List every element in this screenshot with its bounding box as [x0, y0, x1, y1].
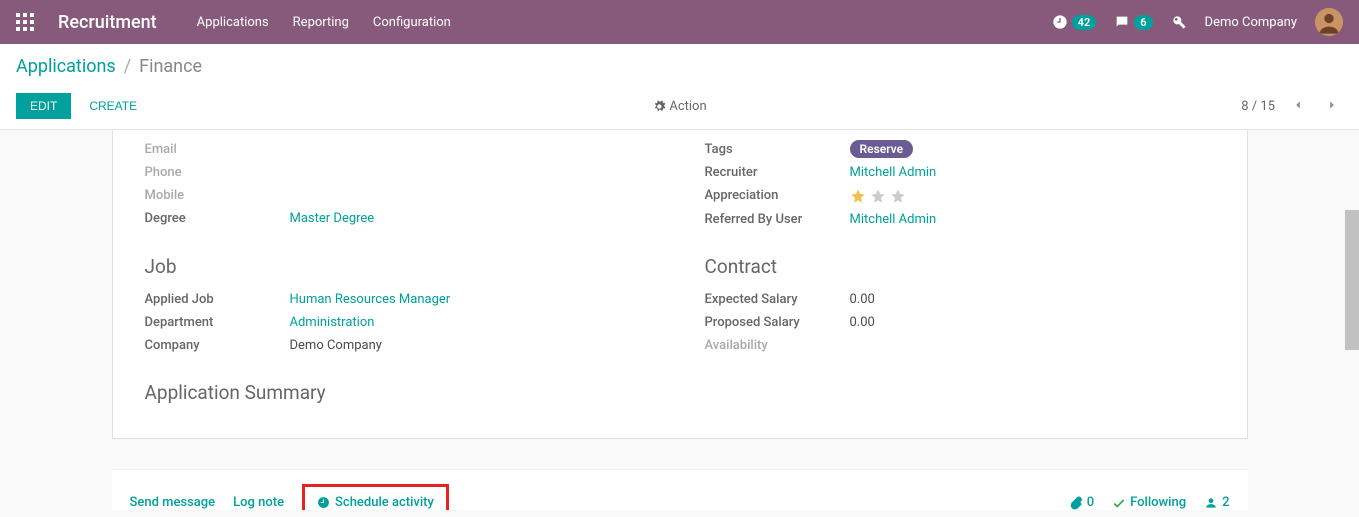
breadcrumb-current: Finance	[139, 56, 202, 77]
mobile-label: Mobile	[145, 188, 290, 203]
degree-value[interactable]: Master Degree	[290, 211, 375, 226]
scrollbar-thumb[interactable]	[1345, 210, 1359, 350]
star-1-icon[interactable]	[850, 188, 866, 204]
attachments-count: 0	[1087, 495, 1094, 510]
action-label: Action	[669, 99, 706, 114]
recruiter-value[interactable]: Mitchell Admin	[850, 165, 937, 180]
attachments-indicator[interactable]: 0	[1069, 495, 1094, 510]
schedule-activity-highlight: Schedule activity	[302, 484, 449, 510]
wrench-icon[interactable]	[1171, 14, 1187, 30]
pager-next-button[interactable]	[1321, 94, 1343, 119]
nav-reporting[interactable]: Reporting	[293, 15, 349, 30]
pager-prev-button[interactable]	[1287, 94, 1309, 119]
create-button[interactable]: CREATE	[89, 99, 137, 113]
tag-reserve[interactable]: Reserve	[850, 140, 914, 158]
breadcrumb-bar: Applications / Finance EDIT CREATE Actio…	[0, 44, 1359, 130]
user-icon	[1204, 496, 1218, 510]
pager-text: 8 / 15	[1241, 99, 1275, 114]
gear-icon	[652, 100, 665, 113]
star-2-icon[interactable]	[870, 188, 886, 204]
job-section-heading: Job	[145, 255, 655, 278]
edit-button[interactable]: EDIT	[16, 93, 71, 119]
expected-salary-label: Expected Salary	[705, 292, 850, 307]
breadcrumb-separator: /	[124, 56, 131, 77]
phone-label: Phone	[145, 165, 290, 180]
check-icon	[1112, 496, 1126, 510]
referred-value[interactable]: Mitchell Admin	[850, 212, 937, 227]
left-column: Email Phone Mobile DegreeMaster Degree	[145, 138, 655, 231]
nav-applications[interactable]: Applications	[197, 15, 269, 30]
department-value[interactable]: Administration	[290, 315, 375, 330]
appreciation-stars[interactable]	[850, 188, 906, 204]
pager: 8 / 15	[1241, 94, 1343, 119]
user-avatar[interactable]	[1315, 8, 1343, 36]
send-message-button[interactable]: Send message	[130, 495, 216, 510]
control-bar: EDIT CREATE Action 8 / 15	[16, 93, 1343, 119]
form-sheet: Email Phone Mobile DegreeMaster Degree T…	[112, 130, 1248, 439]
paperclip-icon	[1069, 496, 1083, 510]
clock-icon	[1052, 14, 1068, 30]
clock-icon	[317, 496, 330, 509]
topbar-right: 42 6 Demo Company	[1052, 8, 1343, 36]
log-note-button[interactable]: Log note	[233, 495, 284, 510]
nav-configuration[interactable]: Configuration	[373, 15, 451, 30]
chevron-right-icon	[1325, 98, 1339, 112]
activities-count: 42	[1072, 15, 1097, 30]
tags-label: Tags	[705, 142, 850, 157]
chatter-bar: Send message Log note Schedule activity …	[112, 469, 1248, 510]
contract-section-heading: Contract	[705, 255, 1215, 278]
messages-count: 6	[1134, 15, 1152, 30]
summary-heading: Application Summary	[145, 381, 1215, 404]
proposed-salary-label: Proposed Salary	[705, 315, 850, 330]
following-button[interactable]: Following	[1112, 495, 1186, 510]
recruiter-label: Recruiter	[705, 165, 850, 180]
star-3-icon[interactable]	[890, 188, 906, 204]
content-scroll: Email Phone Mobile DegreeMaster Degree T…	[0, 130, 1359, 510]
apps-menu-icon[interactable]	[16, 13, 34, 31]
degree-label: Degree	[145, 211, 290, 226]
email-label: Email	[145, 142, 290, 157]
topbar: Recruitment Applications Reporting Confi…	[0, 0, 1359, 44]
appreciation-label: Appreciation	[705, 188, 850, 204]
proposed-salary-value: 0.00	[850, 315, 875, 330]
followers-count: 2	[1222, 495, 1229, 510]
chevron-left-icon	[1291, 98, 1305, 112]
schedule-activity-button[interactable]: Schedule activity	[335, 495, 434, 510]
company-name[interactable]: Demo Company	[1205, 15, 1297, 30]
app-brand: Recruitment	[58, 12, 157, 33]
activities-indicator[interactable]: 42	[1052, 14, 1097, 30]
chat-icon	[1114, 14, 1130, 30]
action-dropdown[interactable]: Action	[652, 99, 706, 114]
right-column: TagsReserve RecruiterMitchell Admin Appr…	[705, 138, 1215, 231]
breadcrumb-parent[interactable]: Applications	[16, 56, 116, 77]
expected-salary-value: 0.00	[850, 292, 875, 307]
messages-indicator[interactable]: 6	[1114, 14, 1152, 30]
followers-button[interactable]: 2	[1204, 495, 1229, 510]
top-nav: Applications Reporting Configuration	[197, 15, 451, 30]
following-label: Following	[1130, 495, 1186, 510]
availability-label: Availability	[705, 338, 850, 353]
applied-job-value[interactable]: Human Resources Manager	[290, 292, 451, 307]
company-value: Demo Company	[290, 338, 382, 353]
referred-label: Referred By User	[705, 212, 850, 227]
applied-job-label: Applied Job	[145, 292, 290, 307]
company-label: Company	[145, 338, 290, 353]
breadcrumb: Applications / Finance	[16, 56, 1343, 77]
department-label: Department	[145, 315, 290, 330]
